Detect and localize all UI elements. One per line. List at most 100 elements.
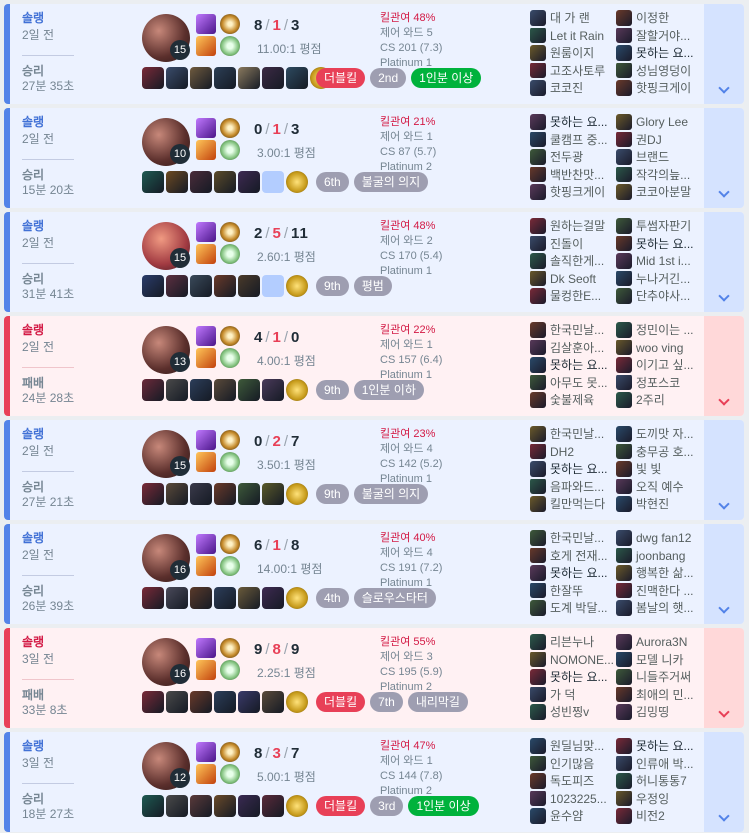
player-entry[interactable]: 못하는 요... xyxy=(530,669,614,687)
player-name[interactable]: Mid 1st i... xyxy=(636,254,691,268)
player-name[interactable]: 김살훈아... xyxy=(550,341,604,355)
player-entry[interactable]: NOMONE... xyxy=(530,651,614,670)
summoner-spell-flash-icon[interactable] xyxy=(196,14,216,34)
item-icon[interactable] xyxy=(214,691,236,713)
player-name[interactable]: 핫핑크게이 xyxy=(636,81,691,95)
player-name[interactable]: 못하는 요... xyxy=(550,115,608,129)
player-name[interactable]: 전두광 xyxy=(550,150,583,164)
item-icon[interactable] xyxy=(190,379,212,401)
item-icon[interactable] xyxy=(142,587,164,609)
player-name[interactable]: 누나거긴... xyxy=(636,272,690,286)
player-name[interactable]: 작각의늪... xyxy=(636,168,690,182)
player-name[interactable]: 성빈찡v xyxy=(550,705,589,719)
summoner-spell-flash-icon[interactable] xyxy=(196,118,216,138)
player-entry[interactable]: woo ving xyxy=(616,339,700,358)
player-entry[interactable]: 못하는 요... xyxy=(616,45,700,63)
player-entry[interactable]: 숯불제육 xyxy=(530,392,614,410)
item-icon[interactable] xyxy=(214,171,236,193)
secondary-rune-icon[interactable] xyxy=(220,660,240,680)
player-entry[interactable]: 잘할거야... xyxy=(616,27,700,46)
player-name[interactable]: 킬만먹는다 xyxy=(550,497,605,511)
keystone-rune-icon[interactable] xyxy=(220,638,240,658)
item-icon[interactable] xyxy=(238,275,260,297)
summoner-spell-ignite-icon[interactable] xyxy=(196,764,216,784)
summoner-spell-flash-icon[interactable] xyxy=(196,742,216,762)
player-name[interactable]: 니들주거써 xyxy=(636,670,691,684)
player-name[interactable]: 독도피즈 xyxy=(550,774,594,788)
player-entry[interactable]: 원딜님맞... xyxy=(530,738,614,756)
player-entry[interactable]: 누나거긴... xyxy=(616,270,700,289)
player-entry[interactable]: Glory Lee xyxy=(616,114,700,132)
trinket-ward-icon[interactable] xyxy=(286,171,308,193)
player-name[interactable]: dwg fan12 xyxy=(636,531,691,545)
player-name[interactable]: 모델 니카 xyxy=(636,653,684,667)
player-name[interactable]: 음파와드... xyxy=(550,480,604,494)
player-entry[interactable]: joonbang xyxy=(616,547,700,566)
item-icon[interactable] xyxy=(190,483,212,505)
secondary-rune-icon[interactable] xyxy=(220,244,240,264)
player-entry[interactable]: 백반찬맛... xyxy=(530,166,614,185)
summoner-spell-ignite-icon[interactable] xyxy=(196,660,216,680)
player-name[interactable]: Glory Lee xyxy=(636,115,688,129)
item-icon[interactable] xyxy=(238,587,260,609)
player-entry[interactable]: 김살훈아... xyxy=(530,339,614,358)
player-entry[interactable]: 행복한 삶... xyxy=(616,565,700,583)
player-name[interactable]: 솔직한게... xyxy=(550,254,604,268)
expand-button[interactable] xyxy=(704,316,744,416)
player-entry[interactable]: 물컹한E... xyxy=(530,288,614,306)
trinket-ward-icon[interactable] xyxy=(286,587,308,609)
player-name[interactable]: 가 덕 xyxy=(550,688,575,702)
player-entry[interactable]: 우정잉 xyxy=(616,790,700,809)
player-entry[interactable]: 고조사토루 xyxy=(530,62,614,81)
secondary-rune-icon[interactable] xyxy=(220,36,240,56)
player-entry[interactable]: 못하는 요... xyxy=(530,461,614,479)
item-icon[interactable] xyxy=(190,171,212,193)
player-name[interactable]: 충무공 호... xyxy=(636,445,694,459)
player-name[interactable]: 정민이는 ... xyxy=(636,323,694,337)
item-icon[interactable] xyxy=(238,379,260,401)
player-name[interactable]: 원딜님맞... xyxy=(550,739,604,753)
item-icon[interactable] xyxy=(166,587,188,609)
player-entry[interactable]: 충무공 호... xyxy=(616,443,700,462)
player-entry[interactable]: 쿨캠프 중... xyxy=(530,131,614,150)
player-name[interactable]: 도계 박달... xyxy=(550,601,608,615)
player-entry[interactable]: 못하는 요... xyxy=(530,565,614,583)
keystone-rune-icon[interactable] xyxy=(220,222,240,242)
item-icon[interactable] xyxy=(166,795,188,817)
player-name[interactable]: Aurora3N xyxy=(636,635,687,649)
player-entry[interactable]: 도끼맛 자... xyxy=(616,426,700,444)
player-name[interactable]: 한국민날... xyxy=(550,323,604,337)
summoner-spell-ignite-icon[interactable] xyxy=(196,140,216,160)
player-name[interactable]: 숯불제육 xyxy=(550,393,594,407)
item-icon[interactable] xyxy=(142,483,164,505)
summoner-spell-ignite-icon[interactable] xyxy=(196,36,216,56)
player-name[interactable]: Let it Rain xyxy=(550,29,604,43)
player-name[interactable]: 김밍띵 xyxy=(636,705,669,719)
player-name[interactable]: NOMONE... xyxy=(550,653,614,667)
player-name[interactable]: 못하는 요... xyxy=(636,739,694,753)
player-name[interactable]: 진맥한다 ... xyxy=(636,584,694,598)
item-icon[interactable] xyxy=(262,587,284,609)
player-entry[interactable]: 성빈찡v xyxy=(530,704,614,722)
player-entry[interactable]: 솔직한게... xyxy=(530,253,614,271)
player-entry[interactable]: 한국민날... xyxy=(530,426,614,444)
player-entry[interactable]: 1023225... xyxy=(530,790,614,809)
expand-button[interactable] xyxy=(704,420,744,520)
player-entry[interactable]: 코코진 xyxy=(530,80,614,98)
secondary-rune-icon[interactable] xyxy=(220,348,240,368)
player-name[interactable]: 우정잉 xyxy=(636,792,669,806)
player-entry[interactable]: 가 덕 xyxy=(530,686,614,705)
item-icon[interactable] xyxy=(190,795,212,817)
player-entry[interactable]: 리븐누나 xyxy=(530,634,614,652)
player-entry[interactable]: 빛 빛 xyxy=(616,461,700,479)
player-entry[interactable]: 허니통통7 xyxy=(616,773,700,791)
player-entry[interactable]: 못하는 요... xyxy=(530,114,614,132)
player-entry[interactable]: 비전2 xyxy=(616,808,700,826)
player-entry[interactable]: 작각의늪... xyxy=(616,166,700,185)
player-name[interactable]: 못하는 요... xyxy=(636,46,694,60)
player-name[interactable]: 박현진 xyxy=(636,497,669,511)
player-name[interactable]: 봄날의 햇... xyxy=(636,601,694,615)
player-name[interactable]: 비전2 xyxy=(636,809,665,823)
player-entry[interactable]: Let it Rain xyxy=(530,27,614,46)
player-entry[interactable]: 음파와드... xyxy=(530,478,614,497)
